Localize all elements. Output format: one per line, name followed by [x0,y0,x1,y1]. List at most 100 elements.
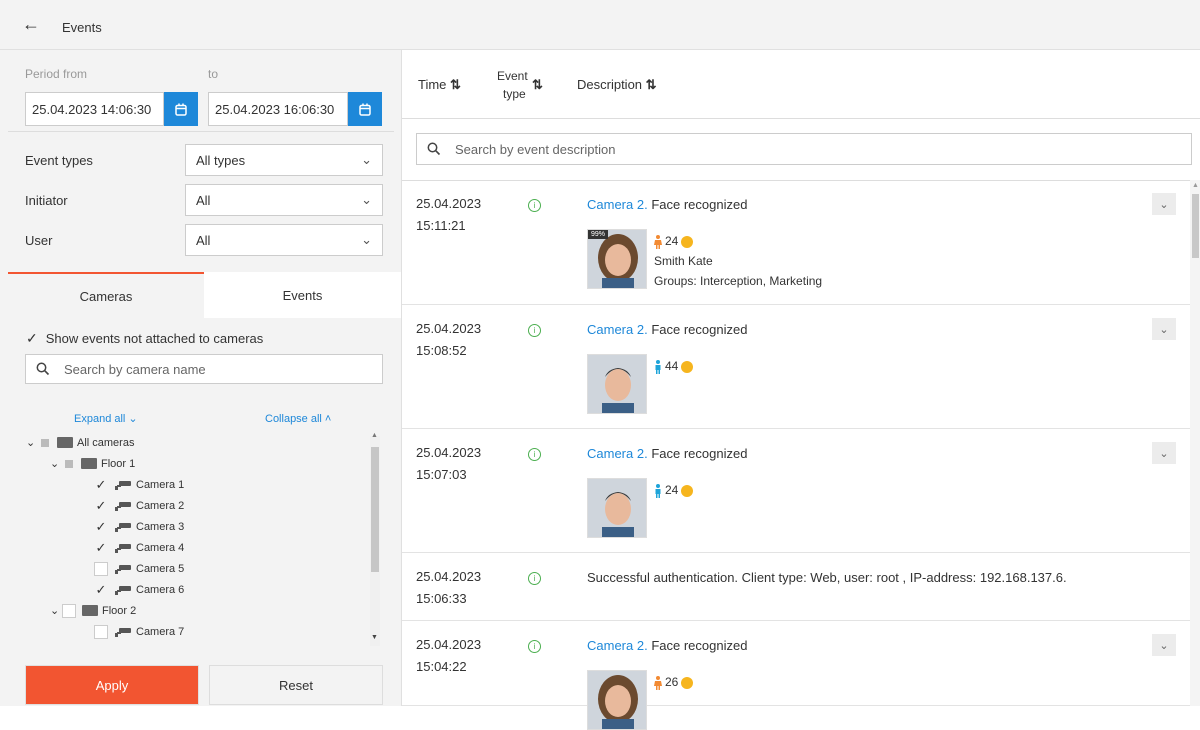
face-image [588,671,646,729]
user-select[interactable]: All ⌄ [185,224,383,256]
face-info: 24 [654,480,694,500]
event-row[interactable]: 25.04.2023 15:06:33 i Successful authentica… [402,554,1190,621]
scroll-up-icon[interactable]: ▲ [1192,182,1199,189]
show-unattached-checkbox[interactable]: ✓ Show events not attached to cameras [26,330,263,347]
tree-label: Camera 3 [136,520,185,533]
tree-node-camera[interactable]: ✓ Camera 2 [26,495,366,516]
event-timestamp: 25.04.2023 15:04:22 [416,634,481,678]
camera-icon [115,543,131,553]
event-timestamp: 25.04.2023 15:08:52 [416,318,481,362]
event-description-text: Face recognized [651,322,748,337]
collapse-all-link[interactable]: Collapse all ˄ [265,410,331,425]
face-photo[interactable] [587,670,647,730]
info-icon: i [528,324,541,337]
checkbox[interactable] [62,603,76,618]
expand-all-link[interactable]: Expand all ⌄ [74,410,138,425]
tree-node-floor-1[interactable]: ⌄ Floor 1 [26,453,366,474]
chevron-up-icon: ˄ [321,413,332,425]
camera-search-input[interactable]: Search by camera name [25,354,383,384]
face-info: 44 [654,356,694,376]
expand-chevron-icon[interactable]: ⌄ [1152,442,1176,464]
event-time: 15:11:21 [416,218,466,233]
partial-checkbox[interactable] [41,438,49,447]
events-scrollbar[interactable] [1190,180,1200,706]
reset-button[interactable]: Reset [209,665,383,705]
info-icon: i [528,572,541,585]
smile-icon [681,360,694,373]
event-timestamp: 25.04.2023 15:11:21 [416,193,481,237]
person-groups: Groups: Interception, Marketing [654,274,823,288]
back-arrow-icon[interactable]: ← [22,14,40,35]
camera-link[interactable]: Camera 2. [587,197,648,212]
tab-cameras[interactable]: Cameras [8,272,204,318]
face-photo[interactable]: 99% [587,229,647,289]
checkmark-icon: ✓ [26,330,38,346]
sort-icon[interactable]: ⇅ [532,77,543,93]
tree-label: Floor 2 [102,604,137,617]
checkmark-icon[interactable]: ✓ [94,540,108,555]
expand-chevron-icon[interactable]: ⌄ [1152,634,1176,656]
event-date: 25.04.2023 [416,637,482,652]
calendar-to-button[interactable] [348,92,382,126]
event-row[interactable]: 25.04.2023 15:08:52 i Camera 2. Face recogn… [402,306,1190,429]
tree-label: Camera 5 [136,562,185,575]
face-info: 26 [654,672,694,692]
event-row[interactable]: 25.04.2023 15:11:21 i Camera 2. Face recogn… [402,181,1190,305]
partial-checkbox[interactable] [65,459,73,468]
date-to-input[interactable]: 25.04.2023 16:06:30 [208,92,348,126]
date-from-input[interactable]: 25.04.2023 14:06:30 [25,92,164,126]
scroll-up-icon[interactable]: ▲ [371,432,378,439]
camera-icon [115,501,131,511]
camera-icon [115,564,131,574]
tree-node-camera[interactable]: ✓ Camera 3 [26,516,366,537]
tree-node-camera[interactable]: ✓ Camera 6 [26,579,366,600]
tree-label: Camera 4 [136,541,185,554]
face-image [588,355,646,413]
expand-chevron-icon[interactable]: ⌄ [1152,318,1176,340]
event-row[interactable]: 25.04.2023 15:04:22 i Camera 2. Face recogn… [402,622,1190,730]
camera-link[interactable]: Camera 2. [587,638,648,653]
event-row[interactable]: 25.04.2023 15:07:03 i Camera 2. Face recogn… [402,430,1190,553]
sort-event-type-header[interactable]: Event type [497,67,528,103]
event-search-input[interactable]: Search by event description [416,133,1192,165]
camera-link[interactable]: Camera 2. [587,322,648,337]
chevron-down-icon: ⌄ [26,437,36,449]
search-icon [36,362,50,376]
camera-link[interactable]: Camera 2. [587,446,648,461]
apply-button[interactable]: Apply [25,665,199,705]
checkbox[interactable] [94,624,108,639]
tree-node-camera[interactable]: ✓ Camera 1 [26,474,366,495]
tree-scrollbar-thumb[interactable] [371,447,379,572]
initiator-select[interactable]: All ⌄ [185,184,383,216]
checkmark-icon[interactable]: ✓ [94,519,108,534]
events-scrollbar-thumb[interactable] [1192,194,1199,258]
event-types-select[interactable]: All types ⌄ [185,144,383,176]
user-label: User [25,233,53,248]
tree-node-floor-2[interactable]: ⌄ Floor 2 [26,600,366,621]
tree-node-camera[interactable]: ✓ Camera 4 [26,537,366,558]
calendar-from-button[interactable] [164,92,198,126]
checkbox[interactable] [94,561,108,576]
info-icon: i [528,640,541,653]
face-photo[interactable] [587,478,647,538]
expand-chevron-icon[interactable]: ⌄ [1152,193,1176,215]
female-icon [654,675,662,690]
checkmark-icon[interactable]: ✓ [94,498,108,513]
face-photo[interactable] [587,354,647,414]
tree-node-camera[interactable]: Camera 7 [26,621,366,642]
event-description: Camera 2. Face recognized [587,322,747,337]
sort-description-header[interactable]: Description ⇅ [577,77,657,93]
folder-icon [81,458,97,469]
sort-time-header[interactable]: Time ⇅ [418,77,461,93]
tree-node-camera[interactable]: Camera 5 [26,558,366,579]
scroll-down-icon[interactable]: ▼ [371,634,378,641]
checkmark-icon[interactable]: ✓ [94,582,108,597]
female-icon [654,234,662,249]
event-search-placeholder: Search by event description [455,141,616,157]
user-value: All [196,232,211,248]
tree-node-all-cameras[interactable]: ⌄ All cameras [26,432,366,453]
camera-tree: ⌄ All cameras ⌄ Floor 1 ✓ Camera 1 ✓ Camera… [26,432,366,642]
checkmark-icon[interactable]: ✓ [94,477,108,492]
tab-events[interactable]: Events [204,272,401,318]
event-time: 15:04:22 [416,659,467,674]
